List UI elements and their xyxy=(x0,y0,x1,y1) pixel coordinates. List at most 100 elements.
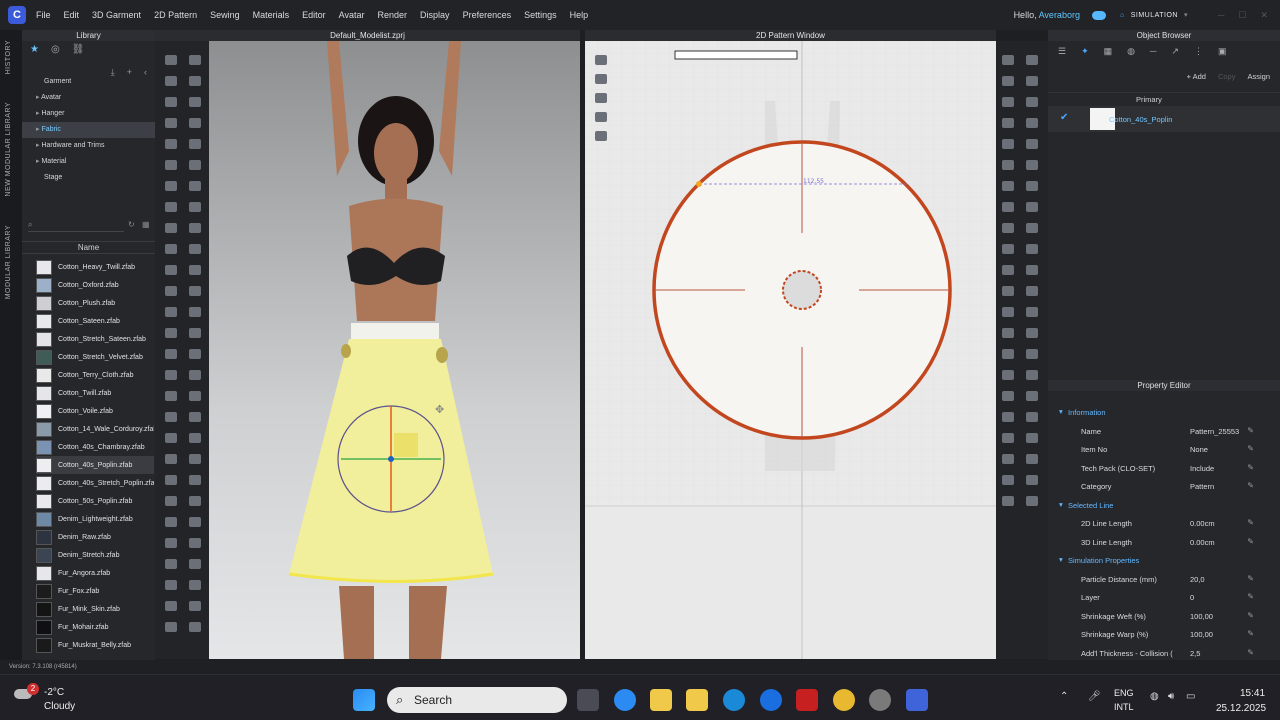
property-section-header[interactable]: ▾ Selected Line xyxy=(1048,496,1280,514)
property-row[interactable]: Tech Pack (CLO-SET) Include ✎ xyxy=(1048,459,1280,477)
3d-tool-icon[interactable] xyxy=(165,202,177,212)
grid-icon[interactable]: ▦ xyxy=(1104,46,1113,57)
pattern-tool-icon[interactable] xyxy=(1026,139,1038,149)
property-value[interactable]: 100,00 xyxy=(1190,612,1213,621)
pattern-tool-icon[interactable] xyxy=(1026,55,1038,65)
property-row[interactable]: Category Pattern ✎ xyxy=(1048,477,1280,495)
fabric-item[interactable]: ✔ Cotton_40s_Poplin xyxy=(1048,106,1280,132)
edit-pencil-icon[interactable]: ✎ xyxy=(1247,574,1254,583)
pattern-tool-icon[interactable] xyxy=(1002,475,1014,485)
pattern-tool-icon[interactable] xyxy=(1002,433,1014,443)
primary-label[interactable]: Primary xyxy=(1136,95,1162,104)
pattern-tool-icon[interactable] xyxy=(1002,181,1014,191)
pattern-tool-icon[interactable] xyxy=(1026,265,1038,275)
list-item[interactable]: Cotton_40s_Chambray.zfab xyxy=(36,438,154,456)
tree-item-material[interactable]: ▸ Material xyxy=(22,154,155,170)
list-item[interactable]: Cotton_40s_Poplin.zfab xyxy=(36,456,154,474)
add-folder-icon[interactable]: + xyxy=(127,67,132,78)
edit-pencil-icon[interactable]: ✎ xyxy=(1247,537,1254,546)
list-item[interactable]: Cotton_Oxford.zfab xyxy=(36,276,154,294)
pattern-tool-icon[interactable] xyxy=(1026,97,1038,107)
menu-item-sewing[interactable]: Sewing xyxy=(210,10,240,20)
cloud-icon[interactable] xyxy=(1091,10,1106,20)
3d-tool-icon[interactable] xyxy=(189,454,201,464)
pattern-tool-icon[interactable] xyxy=(1026,286,1038,296)
property-value[interactable]: 2,5 xyxy=(1190,649,1200,658)
pattern-tool-icon[interactable] xyxy=(1002,223,1014,233)
waist-opening[interactable] xyxy=(782,270,822,310)
pattern-tool-icon[interactable] xyxy=(1002,349,1014,359)
3d-tool-icon[interactable] xyxy=(189,370,201,380)
menu-item-avatar[interactable]: Avatar xyxy=(339,10,365,20)
3d-tool-icon[interactable] xyxy=(189,160,201,170)
pattern-tool-icon[interactable] xyxy=(1002,76,1014,86)
3d-tool-icon[interactable] xyxy=(189,622,201,632)
list-icon[interactable]: ☰ xyxy=(1058,46,1066,57)
list-item[interactable]: Cotton_Heavy_Twill.zfab xyxy=(36,258,154,276)
property-value[interactable]: 0 xyxy=(1190,593,1194,602)
3d-tool-icon[interactable] xyxy=(165,328,177,338)
3d-tool-icon[interactable] xyxy=(189,139,201,149)
list-item[interactable]: Fur_Mohair.zfab xyxy=(36,618,154,636)
3d-tool-icon[interactable] xyxy=(189,475,201,485)
edit-pencil-icon[interactable]: ✎ xyxy=(1247,629,1254,638)
tab-new-modular-library[interactable]: NEW MODULAR LIBRARY xyxy=(5,102,12,197)
weather-widget[interactable]: 2 xyxy=(14,683,39,703)
pattern-tool-icon[interactable] xyxy=(1002,118,1014,128)
pattern-tool-icon[interactable] xyxy=(1026,370,1038,380)
property-row[interactable]: Name Pattern_25553 ✎ xyxy=(1048,422,1280,440)
avatar-scene[interactable]: ✥ xyxy=(209,41,580,659)
list-item[interactable]: Cotton_Terry_Cloth.zfab xyxy=(36,366,154,384)
windows-start-icon[interactable] xyxy=(353,689,375,711)
pattern-tool-icon[interactable] xyxy=(1026,475,1038,485)
pattern-tool-icon[interactable] xyxy=(1026,412,1038,422)
3d-tool-icon[interactable] xyxy=(165,118,177,128)
property-row[interactable]: Particle Distance (mm) 20,0 ✎ xyxy=(1048,570,1280,588)
property-value[interactable]: 0.00cm xyxy=(1190,519,1215,528)
3d-tool-icon[interactable] xyxy=(165,559,177,569)
grid-view-icon[interactable]: ▦ xyxy=(142,220,150,229)
pattern-tool-icon[interactable] xyxy=(1026,391,1038,401)
pattern-tool-icon[interactable] xyxy=(1002,286,1014,296)
2d-tool-icon[interactable] xyxy=(595,131,607,141)
tree-item-hanger[interactable]: ▸ Hanger xyxy=(22,106,155,122)
3d-tool-icon[interactable] xyxy=(165,391,177,401)
3d-tool-icon[interactable] xyxy=(165,244,177,254)
collapse-arrow-icon[interactable]: ▾ xyxy=(1059,500,1063,509)
edit-pencil-icon[interactable]: ✎ xyxy=(1247,611,1254,620)
2d-tool-icon[interactable] xyxy=(595,112,607,122)
list-item[interactable]: Cotton_Stretch_Velvet.zfab xyxy=(36,348,154,366)
pattern-tool-icon[interactable] xyxy=(1002,160,1014,170)
back-icon[interactable]: ‹ xyxy=(144,67,147,78)
3d-tool-icon[interactable] xyxy=(189,328,201,338)
tab-modular-library[interactable]: MODULAR LIBRARY xyxy=(5,225,12,299)
menu-item-materials[interactable]: Materials xyxy=(253,10,290,20)
3d-tool-icon[interactable] xyxy=(165,76,177,86)
property-value[interactable]: 100,00 xyxy=(1190,630,1213,639)
3d-tool-icon[interactable] xyxy=(165,601,177,611)
list-item[interactable]: Fur_Fox.zfab xyxy=(36,582,154,600)
list-item[interactable]: Fur_Angora.zfab xyxy=(36,564,154,582)
pattern-tool-icon[interactable] xyxy=(1002,370,1014,380)
pattern-tool-icon[interactable] xyxy=(1026,244,1038,254)
pattern-tool-icon[interactable] xyxy=(1002,244,1014,254)
list-item[interactable]: Cotton_Plush.zfab xyxy=(36,294,154,312)
selected-point[interactable] xyxy=(696,181,702,187)
edit-pencil-icon[interactable]: ✎ xyxy=(1247,481,1254,490)
3d-tool-icon[interactable] xyxy=(189,286,201,296)
3d-tool-icon[interactable] xyxy=(165,622,177,632)
property-value[interactable]: 20,0 xyxy=(1190,575,1205,584)
3d-tool-icon[interactable] xyxy=(189,181,201,191)
pattern-tool-icon[interactable] xyxy=(1026,118,1038,128)
pattern-tool-icon[interactable] xyxy=(1002,328,1014,338)
3d-tool-icon[interactable] xyxy=(165,538,177,548)
library-link-icon[interactable]: ⛓ xyxy=(72,44,85,55)
pattern-tool-icon[interactable] xyxy=(1026,496,1038,506)
list-item[interactable]: Denim_Stretch.zfab xyxy=(36,546,154,564)
minimize-icon[interactable]: ─ xyxy=(1218,10,1224,21)
pattern-tool-icon[interactable] xyxy=(1026,454,1038,464)
menu-item-display[interactable]: Display xyxy=(420,10,450,20)
tree-item-avatar[interactable]: ▸ Avatar xyxy=(22,90,155,106)
3d-tool-icon[interactable] xyxy=(189,55,201,65)
3d-tool-icon[interactable] xyxy=(189,559,201,569)
